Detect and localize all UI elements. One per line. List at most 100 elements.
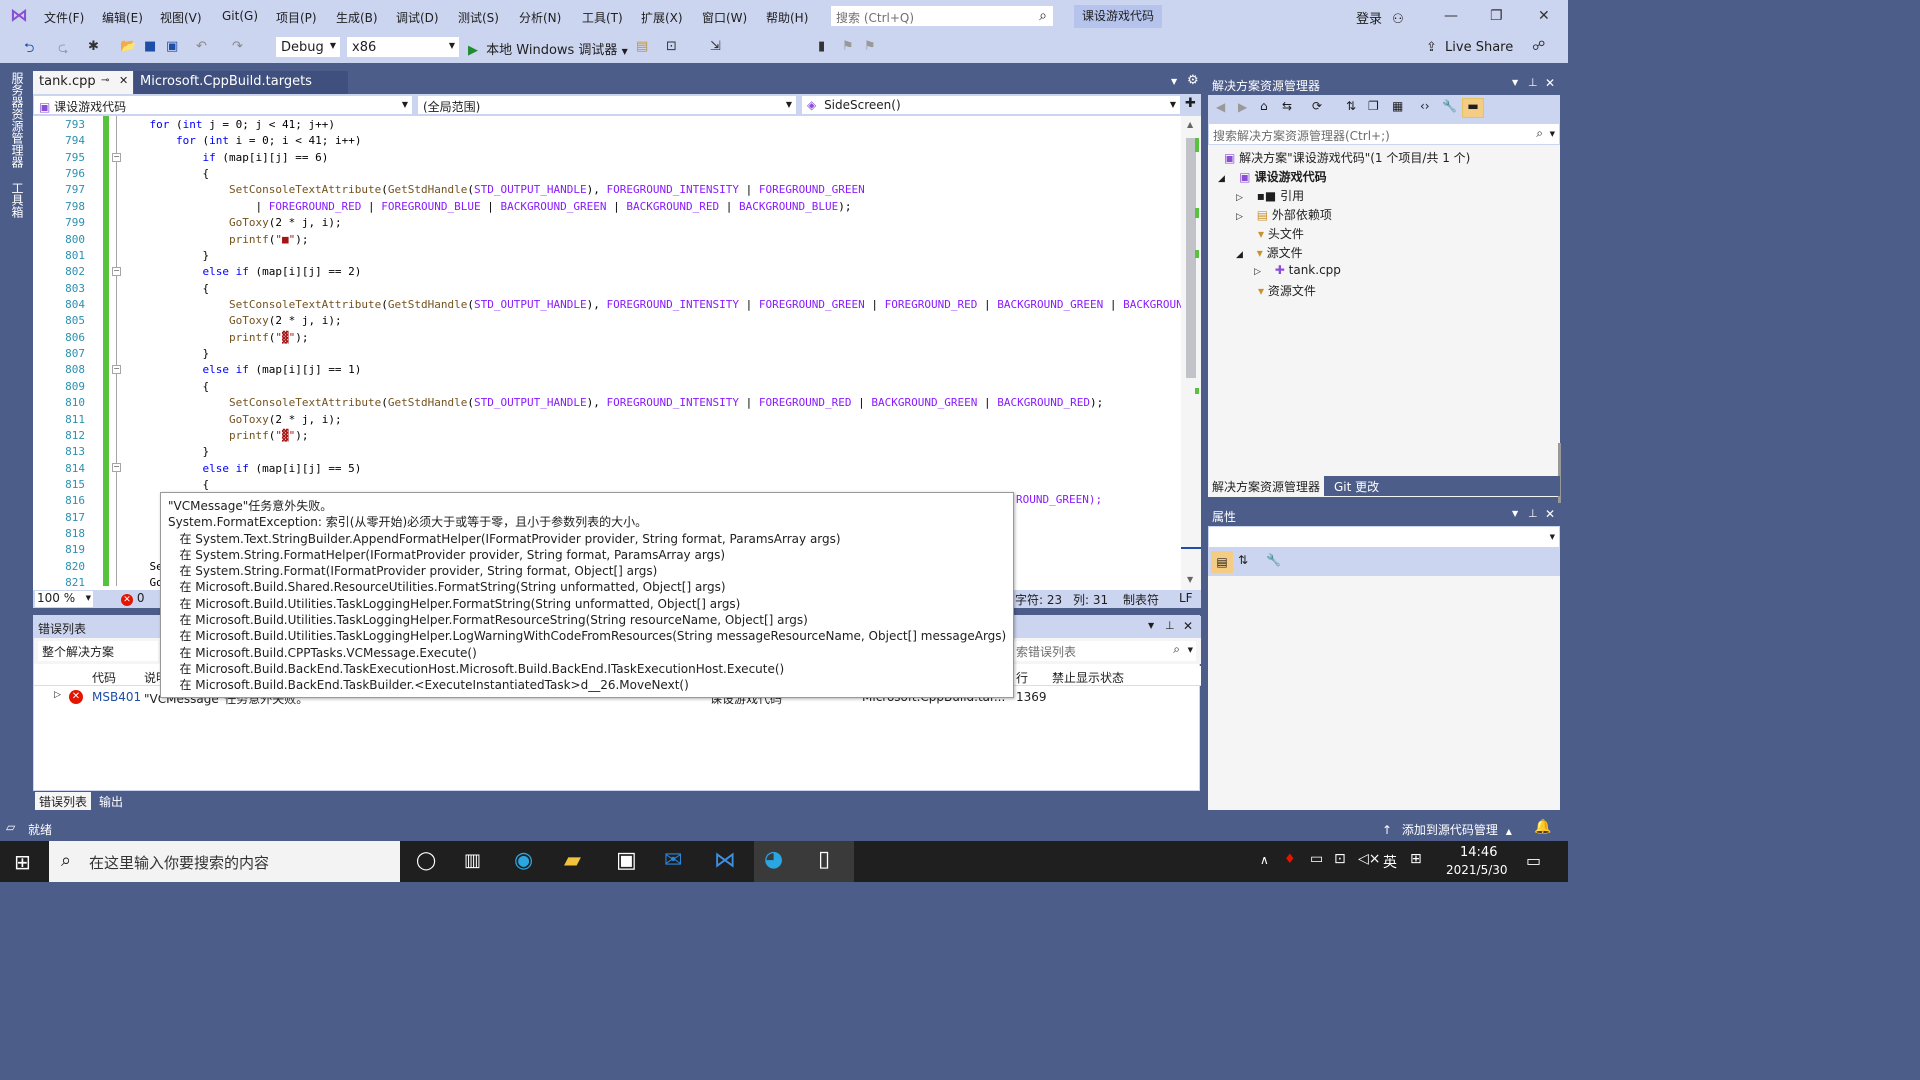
config-select[interactable]: Debug ▼ (275, 36, 341, 58)
expanded-arrow-icon[interactable]: ◢ (1218, 174, 1225, 184)
menu-item[interactable]: 调试(D) (396, 9, 439, 26)
close-icon[interactable]: ✕ (1545, 76, 1555, 90)
menu-item[interactable]: 视图(V) (160, 9, 202, 26)
step-icon[interactable]: ⇲ (710, 39, 721, 54)
menu-item[interactable]: 文件(F) (44, 9, 84, 26)
column-line[interactable]: 行 (1016, 669, 1028, 686)
taskbar-search-input[interactable]: ⌕ 在这里输入你要搜索的内容 (49, 841, 400, 882)
tab-cppbuild-targets[interactable]: Microsoft.CppBuild.targets (134, 71, 348, 94)
tray-chevron-up-icon[interactable]: ∧ (1260, 853, 1269, 867)
close-button[interactable]: ✕ (1538, 8, 1550, 24)
forward-icon[interactable]: ▶ (1238, 100, 1247, 114)
scroll-down-icon[interactable]: ▼ (1187, 575, 1193, 584)
restore-button[interactable]: ❐ (1490, 8, 1503, 24)
browser-icon[interactable]: ⊡ (666, 39, 677, 54)
chevron-down-icon[interactable]: ▼ (1148, 621, 1154, 630)
error-search-input[interactable]: 索错误列表 ⌕ ▼ (1014, 641, 1196, 661)
live-share-button[interactable]: ⇪ Live Share (1426, 40, 1513, 55)
error-code-link[interactable]: MSB401 (92, 690, 141, 704)
forward-icon[interactable]: ⮎ (58, 39, 68, 61)
collapsed-arrow-icon[interactable]: ▷ (1254, 267, 1261, 277)
server-explorer-tab[interactable]: 服务器资源管理器 (9, 72, 26, 168)
tree-item-solution[interactable]: ▣ 解决方案"课设游戏代码"(1 个项目/共 1 个) (1224, 149, 1470, 166)
project-nav-select[interactable]: ▣ 课设游戏代码 ▼ (33, 95, 413, 115)
clock-date[interactable]: 2021/5/30 (1446, 863, 1508, 877)
line-ending[interactable]: LF (1179, 591, 1193, 605)
column-code[interactable]: 代码 (92, 669, 116, 686)
feedback-icon[interactable]: ☍ (1532, 39, 1545, 54)
menu-item[interactable]: 扩展(X) (641, 9, 683, 26)
tray-app-icon[interactable]: ♦ (1284, 852, 1296, 867)
tree-item-external-deps[interactable]: ▷ ▤ 外部依赖项 (1236, 206, 1332, 223)
pin-icon[interactable]: ⊥ (1528, 507, 1538, 520)
document-icon[interactable]: ▯ (818, 847, 830, 872)
fold-toggle[interactable]: − (112, 463, 121, 472)
tree-item-tank-cpp[interactable]: ▷ ✚ tank.cpp (1254, 263, 1341, 277)
error-scope-select[interactable]: 整个解决方案 (38, 641, 158, 661)
network-icon[interactable]: ⊡ (1334, 851, 1346, 867)
battery-icon[interactable]: ▭ (1310, 851, 1323, 867)
back-icon[interactable]: ⮌ (24, 39, 34, 61)
volume-icon[interactable]: ◁× (1358, 851, 1381, 867)
expanded-arrow-icon[interactable]: ◢ (1236, 250, 1243, 260)
tab-solution-explorer[interactable]: 解决方案资源管理器 (1208, 476, 1325, 496)
close-icon[interactable]: ✕ (1545, 507, 1555, 521)
vs-logo-icon[interactable]: ⋈ (10, 6, 32, 26)
fold-toggle[interactable]: − (112, 267, 121, 276)
tree-item-references[interactable]: ▷ ▪■ 引用 (1236, 187, 1304, 204)
platform-select[interactable]: x86 ▼ (346, 36, 460, 58)
tree-item-header-files[interactable]: ▾ 头文件 (1258, 225, 1304, 242)
zoom-select[interactable]: 100 % ▼ (35, 591, 93, 607)
split-icon[interactable]: ✚ (1185, 96, 1196, 111)
menu-item[interactable]: 项目(P) (276, 9, 317, 26)
pending-changes-icon[interactable]: ⟳ (1312, 99, 1322, 113)
redo-icon[interactable]: ↷ (232, 39, 243, 54)
fold-toggle[interactable]: − (112, 153, 121, 162)
categorized-icon[interactable]: ▤ (1211, 551, 1233, 573)
show-all-icon[interactable]: ▦ (1392, 99, 1403, 113)
pin-icon[interactable]: ⊥ (1528, 76, 1538, 89)
menu-item[interactable]: 帮助(H) (766, 9, 808, 26)
property-pages-icon[interactable]: 🔧 (1266, 553, 1281, 567)
bookmark-prev-icon[interactable]: ⚑ (842, 39, 854, 54)
expand-icon[interactable]: ▷ (54, 690, 61, 700)
bookmark-next-icon[interactable]: ⚑ (864, 39, 876, 54)
timeline-icon[interactable]: ▥ (464, 850, 481, 871)
search-box[interactable]: 搜索 (Ctrl+Q) ⌕ (830, 5, 1054, 27)
bookmark-icon[interactable]: ▮ (818, 39, 825, 54)
indent-mode[interactable]: 制表符 (1123, 591, 1159, 608)
save-all-icon[interactable]: ▣ (166, 39, 178, 54)
tree-item-source-files[interactable]: ◢ ▾ 源文件 (1236, 244, 1303, 261)
home-icon[interactable]: ⌂ (1260, 99, 1268, 113)
file-explorer-icon[interactable]: ▰ (564, 848, 581, 873)
keyboard-icon[interactable]: ⊞ (1410, 851, 1422, 867)
menu-item[interactable]: 测试(S) (458, 9, 499, 26)
sync-icon[interactable]: ⇅ (1346, 99, 1356, 113)
store-icon[interactable]: ▣ (616, 848, 637, 873)
start-icon[interactable]: ⊞ (14, 850, 31, 874)
new-project-icon[interactable]: ✱ (88, 39, 99, 54)
tab-git-changes[interactable]: Git 更改 (1330, 476, 1383, 496)
member-nav-select[interactable]: ◈ SideScreen() ▼ (801, 95, 1181, 115)
open-folder-icon[interactable]: 📂 (120, 39, 136, 54)
vertical-scrollbar[interactable]: ▲ ▼ (1181, 116, 1201, 590)
notifications-icon[interactable]: 🔔 (1534, 819, 1551, 835)
undo-icon[interactable]: ↶ (196, 39, 207, 54)
menu-item[interactable]: 窗口(W) (702, 9, 747, 26)
start-debug-button[interactable]: ▶ 本地 Windows 调试器 ▼ (468, 39, 628, 58)
wrench-icon[interactable]: 🔧 (1442, 99, 1457, 113)
minimize-button[interactable]: — (1444, 8, 1458, 24)
tab-output[interactable]: 输出 (95, 792, 127, 810)
ime-language[interactable]: 英 (1383, 852, 1397, 872)
collapse-all-icon[interactable]: ❐ (1368, 99, 1379, 113)
menu-item[interactable]: 编辑(E) (102, 9, 143, 26)
menu-item[interactable]: 工具(T) (582, 9, 623, 26)
collapsed-arrow-icon[interactable]: ▷ (1236, 193, 1243, 203)
scroll-up-icon[interactable]: ▲ (1187, 120, 1193, 129)
toolbox-tab[interactable]: 工具箱 (9, 182, 26, 218)
fold-toggle[interactable]: − (112, 365, 121, 374)
visual-studio-icon[interactable]: ⋈ (714, 848, 736, 873)
mail-icon[interactable]: ✉ (664, 848, 682, 873)
tree-item-project[interactable]: ◢ ▣ 课设游戏代码 (1218, 168, 1327, 185)
close-icon[interactable]: ✕ (119, 74, 128, 87)
